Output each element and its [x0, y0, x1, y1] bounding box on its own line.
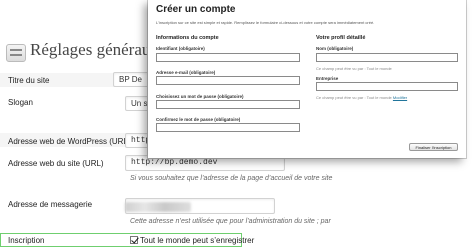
email-field-label: Adresse e-mail (obligatoire)	[156, 70, 216, 75]
confirm-password-label: Confirmez le mot de passe (obligatoire)	[156, 117, 241, 122]
register-form-window: Créer un compte L’inscription sur ce sit…	[148, 0, 466, 158]
page-title: Réglages généraux	[30, 40, 159, 59]
company-label: Entreprise	[316, 76, 339, 81]
visibility-prefix: Ce champ peut être vu par :	[316, 95, 366, 100]
company-visibility-note: Ce champ peut être vu par : Tout le mond…	[316, 95, 407, 100]
membership-label: Inscription	[8, 236, 45, 245]
visibility-prefix: Ce champ peut être vu par :	[316, 66, 366, 71]
settings-icon	[6, 44, 26, 62]
email-label: Adresse de messagerie	[8, 200, 93, 209]
name-visibility-note: Ce champ peut être vu par : Tout le mond…	[316, 66, 392, 71]
email-field-input[interactable]	[156, 76, 300, 85]
visibility-value: Tout le monde	[366, 95, 392, 100]
site-url-label: Adresse web du site (URL)	[8, 159, 104, 168]
email-hint: Cette adresse n’est utilisée que pour l’…	[130, 218, 331, 225]
name-input[interactable]	[316, 53, 458, 62]
name-label: Nom (obligatoire)	[316, 46, 354, 51]
company-input[interactable]	[316, 82, 458, 91]
slogan-label: Slogan	[8, 98, 33, 107]
change-visibility-link[interactable]: Modifier	[393, 95, 407, 100]
account-section-title: Informations du compte	[156, 35, 219, 41]
username-input[interactable]	[156, 53, 300, 62]
site-title-input[interactable]: BP De	[113, 72, 149, 87]
slogan-input[interactable]: Un site	[125, 96, 149, 111]
visibility-value: Tout le monde	[366, 66, 392, 71]
blurred-email-value	[125, 202, 191, 212]
site-title-label: Titre du site	[8, 76, 50, 85]
register-title: Créer un compte	[156, 4, 236, 15]
site-url-hint: Si vous souhaitez que l’adresse de la pa…	[130, 175, 333, 182]
wp-url-label: Adresse web de WordPress (URL)	[8, 137, 131, 146]
membership-checkbox-label[interactable]: Tout le monde peut s’enregistrer	[140, 236, 254, 245]
complete-signup-button[interactable]: Finaliser l’inscription	[409, 143, 458, 151]
password-input[interactable]	[156, 100, 300, 109]
password-label: Choisissez un mot de passe (obligatoire)	[156, 94, 244, 99]
username-label: Identifiant (obligatoire)	[156, 46, 205, 51]
register-intro: L’inscription sur ce site est simple et …	[156, 20, 375, 25]
membership-checkbox[interactable]	[130, 236, 138, 244]
confirm-password-input[interactable]	[156, 123, 300, 132]
profile-section-title: Votre profil détaillé	[316, 35, 366, 41]
